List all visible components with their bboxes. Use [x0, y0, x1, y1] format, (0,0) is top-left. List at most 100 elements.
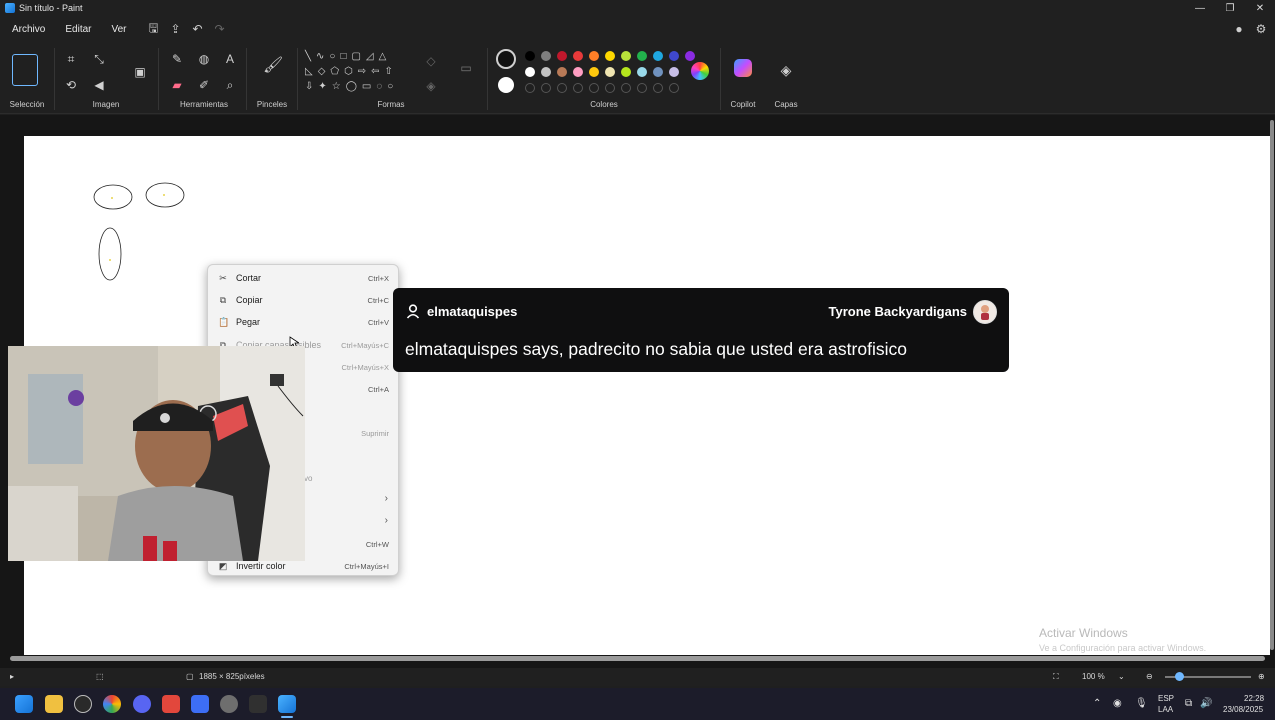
color-swatch[interactable]	[685, 51, 695, 61]
clock-time[interactable]: 22:28	[1244, 694, 1264, 703]
fill-icon[interactable]: ◍	[196, 51, 212, 67]
clock-date[interactable]: 23/08/2025	[1223, 705, 1263, 714]
image-select-icon[interactable]: ▣	[132, 64, 148, 80]
zoom-in-icon[interactable]: ⊕	[1258, 672, 1265, 681]
color-swatch[interactable]	[541, 51, 551, 61]
color-swatch[interactable]	[653, 51, 663, 61]
steam-icon[interactable]: ◉	[1113, 698, 1122, 709]
color-swatch[interactable]	[557, 67, 567, 77]
maximize-button[interactable]: ❐	[1215, 0, 1245, 16]
account-icon[interactable]: ●	[1228, 22, 1250, 36]
brush-icon[interactable]: 🖌	[263, 58, 283, 74]
color-swatch[interactable]	[605, 67, 615, 77]
share-icon[interactable]: ⇪	[165, 22, 187, 36]
ribbon-separator	[54, 48, 55, 110]
menu-ver[interactable]: Ver	[103, 24, 134, 35]
empty-color-slot[interactable]	[525, 83, 535, 93]
color-swatch[interactable]	[653, 67, 663, 77]
discord-icon[interactable]	[133, 695, 151, 713]
color-swatch[interactable]	[541, 67, 551, 77]
color-swatch[interactable]	[621, 67, 631, 77]
color-swatch[interactable]	[669, 51, 679, 61]
zoom-level[interactable]: 100 %	[1082, 672, 1105, 681]
menu-archivo[interactable]: Archivo	[4, 24, 53, 35]
color-swatch[interactable]	[589, 51, 599, 61]
layers-icon[interactable]: ◈	[778, 62, 794, 78]
close-button[interactable]: ✕	[1245, 0, 1275, 16]
app-blue-icon[interactable]	[191, 695, 209, 713]
menu-item-pegar[interactable]: 📋 Pegar Ctrl+V	[208, 312, 398, 332]
region-indicator[interactable]: LAA	[1158, 705, 1173, 714]
volume-icon[interactable]: 🔊	[1200, 698, 1212, 709]
color-swatch[interactable]	[637, 51, 647, 61]
secondary-color-swatch[interactable]	[498, 77, 514, 93]
language-indicator[interactable]: ESP	[1158, 694, 1174, 703]
undo-icon[interactable]: ↶	[187, 22, 209, 36]
empty-color-slot[interactable]	[573, 83, 583, 93]
color-swatch[interactable]	[589, 67, 599, 77]
zoom-dropdown-icon[interactable]: ⌄	[1118, 672, 1125, 681]
color-swatch[interactable]	[637, 67, 647, 77]
horizontal-scrollbar[interactable]	[10, 656, 1265, 661]
canvas-size-label: 1885 × 825píxeles	[199, 672, 265, 681]
zoom-out-icon[interactable]: ⊖	[1146, 672, 1153, 681]
pencil-icon[interactable]: ✎	[169, 51, 185, 67]
color-picker-icon[interactable]: ✐	[196, 77, 212, 93]
shapes-gallery[interactable]: ╲∿○□▢◿△ ◺◇⬠⬡⇨⇦⇧ ⇩✦☆◯▭◌○	[305, 49, 405, 99]
empty-color-slot[interactable]	[637, 83, 647, 93]
empty-color-slot[interactable]	[621, 83, 631, 93]
paint-taskbar-icon[interactable]	[278, 695, 296, 713]
selection-tool-button[interactable]	[12, 54, 38, 86]
canvas-size-icon: ▢	[186, 672, 194, 681]
magnifier-icon[interactable]: ⌕	[222, 77, 238, 93]
edit-colors-icon[interactable]	[691, 62, 709, 80]
outline-icon[interactable]: ◇	[423, 53, 439, 69]
minimize-button[interactable]: —	[1185, 0, 1215, 16]
file-explorer-icon[interactable]	[45, 695, 63, 713]
color-swatch[interactable]	[669, 67, 679, 77]
color-swatch[interactable]	[525, 51, 535, 61]
settings-app-icon[interactable]	[220, 695, 238, 713]
tray-overflow-icon[interactable]: ⌃	[1093, 698, 1101, 709]
shape-fill-icon[interactable]: ◈	[423, 78, 439, 94]
vertical-scrollbar[interactable]	[1270, 120, 1274, 650]
color-swatch[interactable]	[573, 51, 583, 61]
empty-color-slot[interactable]	[557, 83, 567, 93]
empty-color-slot[interactable]	[541, 83, 551, 93]
copilot-icon[interactable]	[734, 59, 752, 77]
crop-icon[interactable]: ⌗	[63, 51, 79, 67]
empty-color-slot[interactable]	[589, 83, 599, 93]
ribbon-separator	[246, 48, 247, 110]
redo-icon[interactable]: ↷	[209, 22, 231, 36]
empty-color-slot[interactable]	[605, 83, 615, 93]
fit-to-window-icon[interactable]: ⛶	[1053, 672, 1059, 682]
rotate-icon[interactable]: ⟲	[63, 77, 79, 93]
obs-icon[interactable]	[74, 695, 92, 713]
microphone-icon[interactable]: 🎙	[1135, 698, 1148, 709]
save-icon[interactable]: 🖫	[143, 19, 165, 40]
color-swatch[interactable]	[605, 51, 615, 61]
start-windows-icon[interactable]	[15, 695, 33, 713]
menu-item-cortar[interactable]: ✂ Cortar Ctrl+X	[208, 268, 398, 288]
color-swatch[interactable]	[525, 67, 535, 77]
resize-icon[interactable]: ⤡	[91, 51, 107, 67]
shape-options-icon[interactable]: ▭	[458, 60, 474, 76]
color-swatch[interactable]	[557, 51, 567, 61]
settings-icon[interactable]: ⚙	[1250, 22, 1272, 36]
eraser-icon[interactable]: ▰	[169, 77, 185, 93]
color-swatch[interactable]	[573, 67, 583, 77]
empty-color-slot[interactable]	[669, 83, 679, 93]
text-icon[interactable]: A	[222, 51, 238, 67]
flip-icon[interactable]: ◀	[91, 77, 107, 93]
network-icon[interactable]: ⧉	[1185, 698, 1192, 709]
primary-color-swatch[interactable]	[496, 49, 516, 69]
color-swatch[interactable]	[621, 51, 631, 61]
menu-item-copiar[interactable]: ⧉ Copiar Ctrl+C	[208, 290, 398, 310]
chrome-icon[interactable]	[103, 695, 121, 713]
brave-icon[interactable]	[162, 695, 180, 713]
menu-editar[interactable]: Editar	[57, 24, 99, 35]
task-manager-icon[interactable]	[249, 695, 267, 713]
empty-color-slot[interactable]	[653, 83, 663, 93]
scissors-icon: ✂	[219, 273, 227, 283]
zoom-slider-thumb[interactable]	[1175, 672, 1184, 681]
